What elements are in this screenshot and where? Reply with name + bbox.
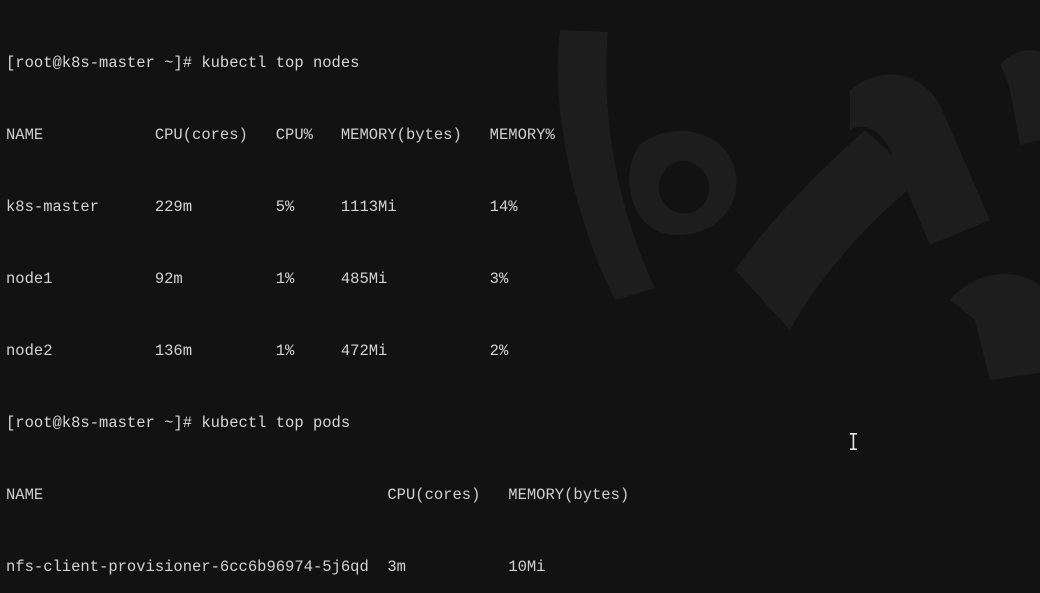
- nodes-table-header: NAME CPU(cores) CPU% MEMORY(bytes) MEMOR…: [6, 126, 555, 144]
- pods-table-header: NAME CPU(cores) MEMORY(bytes): [6, 486, 630, 504]
- terminal-screen[interactable]: [root@k8s-master ~]# kubectl top nodes N…: [0, 0, 1040, 593]
- table-row: node1 92m 1% 485Mi 3%: [6, 270, 509, 288]
- table-row: node2 136m 1% 472Mi 2%: [6, 342, 509, 360]
- command-line-top-pods: [root@k8s-master ~]# kubectl top pods: [6, 414, 351, 432]
- table-row: nfs-client-provisioner-6cc6b96974-5j6qd …: [6, 558, 546, 576]
- terminal-window[interactable]: [root@k8s-master ~]# kubectl top nodes N…: [0, 0, 1040, 593]
- table-row: k8s-master 229m 5% 1113Mi 14%: [6, 198, 518, 216]
- command-line-top-nodes: [root@k8s-master ~]# kubectl top nodes: [6, 54, 360, 72]
